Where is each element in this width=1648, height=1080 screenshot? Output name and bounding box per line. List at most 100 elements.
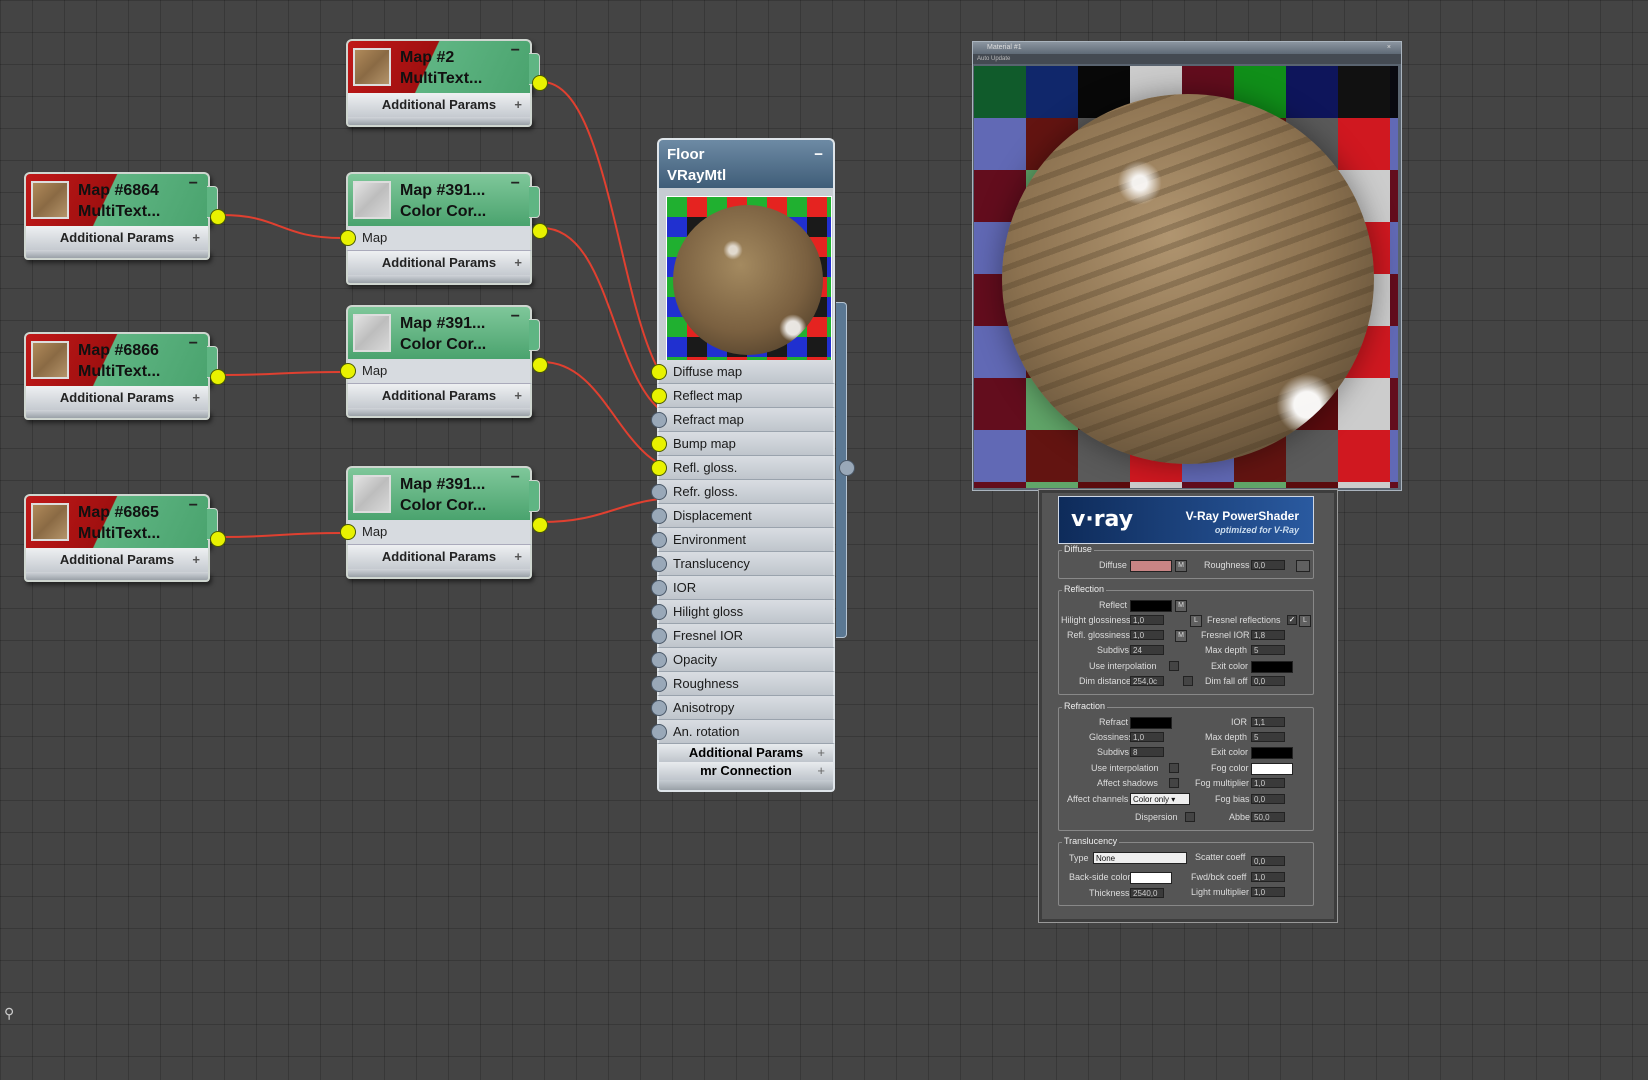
- slot-input-socket[interactable]: [651, 652, 667, 668]
- map-input-slot[interactable]: Map: [340, 520, 532, 545]
- fog-bias-spinner[interactable]: 0,0: [1251, 794, 1285, 804]
- collapse-icon[interactable]: −: [814, 144, 823, 165]
- additional-params-rollout[interactable]: Additional Params +: [346, 384, 532, 408]
- material-slot[interactable]: Diffuse map: [651, 360, 835, 384]
- node-color-correct-3[interactable]: Map #391... Color Cor... − Map Additional…: [340, 466, 548, 579]
- collapse-icon[interactable]: −: [511, 469, 520, 487]
- node-color-correct-2[interactable]: Map #391... Color Cor... − Map Additional…: [340, 305, 548, 418]
- thickness-spinner[interactable]: 2540,0: [1130, 888, 1164, 898]
- roughness-spinner[interactable]: 0,0: [1251, 560, 1285, 570]
- node-map-2[interactable]: Map #2 MultiText... − Additional Params +: [346, 39, 548, 127]
- input-socket[interactable]: [340, 524, 356, 540]
- slot-input-socket[interactable]: [651, 508, 667, 524]
- input-socket[interactable]: [340, 363, 356, 379]
- dim-falloff-spinner[interactable]: 0,0: [1251, 676, 1285, 686]
- material-slot[interactable]: Displacement: [651, 504, 835, 528]
- fog-color-swatch[interactable]: [1251, 763, 1293, 775]
- input-socket[interactable]: [340, 230, 356, 246]
- material-output-socket[interactable]: [839, 460, 855, 476]
- reflect-map-button[interactable]: M: [1175, 600, 1187, 612]
- refr-use-interpolation-checkbox[interactable]: [1169, 763, 1179, 773]
- material-slot[interactable]: Bump map: [651, 432, 835, 456]
- material-preview-thumbnail[interactable]: [657, 188, 835, 362]
- additional-params-rollout[interactable]: Additional Params +: [657, 744, 835, 762]
- binoculars-icon[interactable]: ⚲: [4, 1005, 14, 1022]
- node-map-6864[interactable]: Map #6864 MultiText... − Additional Param…: [24, 172, 226, 260]
- node-map-6866[interactable]: Map #6866 MultiText... − Additional Param…: [24, 332, 226, 420]
- affect-shadows-checkbox[interactable]: [1169, 778, 1179, 788]
- slot-input-socket[interactable]: [651, 484, 667, 500]
- back-side-color-swatch[interactable]: [1130, 872, 1172, 884]
- slot-input-socket[interactable]: [651, 724, 667, 740]
- output-socket[interactable]: [532, 223, 548, 239]
- abbe-spinner[interactable]: 50,0: [1251, 812, 1285, 822]
- material-slot[interactable]: Refl. gloss.: [651, 456, 835, 480]
- material-slot[interactable]: Fresnel IOR: [651, 624, 835, 648]
- slot-input-socket[interactable]: [651, 412, 667, 428]
- slot-input-socket[interactable]: [651, 436, 667, 452]
- hilight-lock-button[interactable]: L: [1190, 615, 1202, 627]
- material-slot[interactable]: An. rotation: [651, 720, 835, 744]
- refr-subdivs-spinner[interactable]: 8: [1130, 747, 1164, 757]
- slot-input-socket[interactable]: [651, 388, 667, 404]
- close-icon[interactable]: ×: [1387, 42, 1391, 54]
- refr-glossiness-spinner[interactable]: 1,0: [1130, 732, 1164, 742]
- refr-max-depth-spinner[interactable]: 5: [1251, 732, 1285, 742]
- refl-subdivs-spinner[interactable]: 24: [1130, 645, 1164, 655]
- output-socket[interactable]: [532, 357, 548, 373]
- collapse-icon[interactable]: −: [189, 497, 198, 515]
- diffuse-color-swatch[interactable]: [1130, 560, 1172, 572]
- refl-max-depth-spinner[interactable]: 5: [1251, 645, 1285, 655]
- map-input-slot[interactable]: Map: [340, 359, 532, 384]
- light-multiplier-spinner[interactable]: 1,0: [1251, 887, 1285, 897]
- slot-input-socket[interactable]: [651, 532, 667, 548]
- window-titlebar[interactable]: Material #1 ×: [973, 42, 1401, 54]
- material-slot[interactable]: Reflect map: [651, 384, 835, 408]
- material-slot[interactable]: Refr. gloss.: [651, 480, 835, 504]
- ior-spinner[interactable]: 1,1: [1251, 717, 1285, 727]
- material-slot[interactable]: Hilight gloss: [651, 600, 835, 624]
- additional-params-rollout[interactable]: Additional Params +: [24, 548, 210, 572]
- node-map-6865[interactable]: Map #6865 MultiText... − Additional Param…: [24, 494, 226, 582]
- window-toolbar[interactable]: Auto Update: [973, 54, 1401, 64]
- material-slot[interactable]: Translucency: [651, 552, 835, 576]
- slot-input-socket[interactable]: [651, 700, 667, 716]
- slot-input-socket[interactable]: [651, 580, 667, 596]
- fresnel-reflections-checkbox[interactable]: ✓: [1287, 615, 1297, 625]
- refl-exit-color-swatch[interactable]: [1251, 661, 1293, 673]
- slot-input-socket[interactable]: [651, 364, 667, 380]
- map-input-slot[interactable]: Map: [340, 226, 532, 251]
- slot-input-socket[interactable]: [651, 556, 667, 572]
- material-slot[interactable]: Roughness: [651, 672, 835, 696]
- node-color-correct-1[interactable]: Map #391... Color Cor... − Map Additional…: [340, 172, 548, 285]
- collapse-icon[interactable]: −: [189, 335, 198, 353]
- refl-glossiness-spinner[interactable]: 1,0: [1130, 630, 1164, 640]
- slot-input-socket[interactable]: [651, 604, 667, 620]
- output-socket[interactable]: [210, 369, 226, 385]
- dim-distance-spinner[interactable]: 254,0c: [1130, 676, 1164, 686]
- output-socket[interactable]: [210, 531, 226, 547]
- material-slot[interactable]: Opacity: [651, 648, 835, 672]
- refl-use-interpolation-checkbox[interactable]: [1169, 661, 1179, 671]
- refr-exit-color-swatch[interactable]: [1251, 747, 1293, 759]
- material-preview-window[interactable]: Material #1 × Auto Update: [972, 41, 1402, 491]
- fog-multiplier-spinner[interactable]: 1,0: [1251, 778, 1285, 788]
- slot-input-socket[interactable]: [651, 460, 667, 476]
- additional-params-rollout[interactable]: Additional Params +: [24, 226, 210, 250]
- collapse-icon[interactable]: −: [511, 42, 520, 60]
- mr-connection-rollout[interactable]: mr Connection +: [657, 762, 835, 780]
- scatter-coeff-spinner[interactable]: 0,0: [1251, 856, 1285, 866]
- refract-color-swatch[interactable]: [1130, 717, 1172, 729]
- dispersion-checkbox[interactable]: [1185, 812, 1195, 822]
- dim-distance-checkbox[interactable]: [1183, 676, 1193, 686]
- material-node-header[interactable]: Floor VRayMtl −: [657, 138, 835, 188]
- fwd-bck-coeff-spinner[interactable]: 1,0: [1251, 872, 1285, 882]
- roughness-map-button[interactable]: [1296, 560, 1310, 572]
- collapse-icon[interactable]: −: [511, 308, 520, 326]
- translucency-type-dropdown[interactable]: None: [1093, 852, 1187, 864]
- slot-input-socket[interactable]: [651, 628, 667, 644]
- output-socket[interactable]: [210, 209, 226, 225]
- material-slot[interactable]: Anisotropy: [651, 696, 835, 720]
- diffuse-map-button[interactable]: M: [1175, 560, 1187, 572]
- material-slot[interactable]: Refract map: [651, 408, 835, 432]
